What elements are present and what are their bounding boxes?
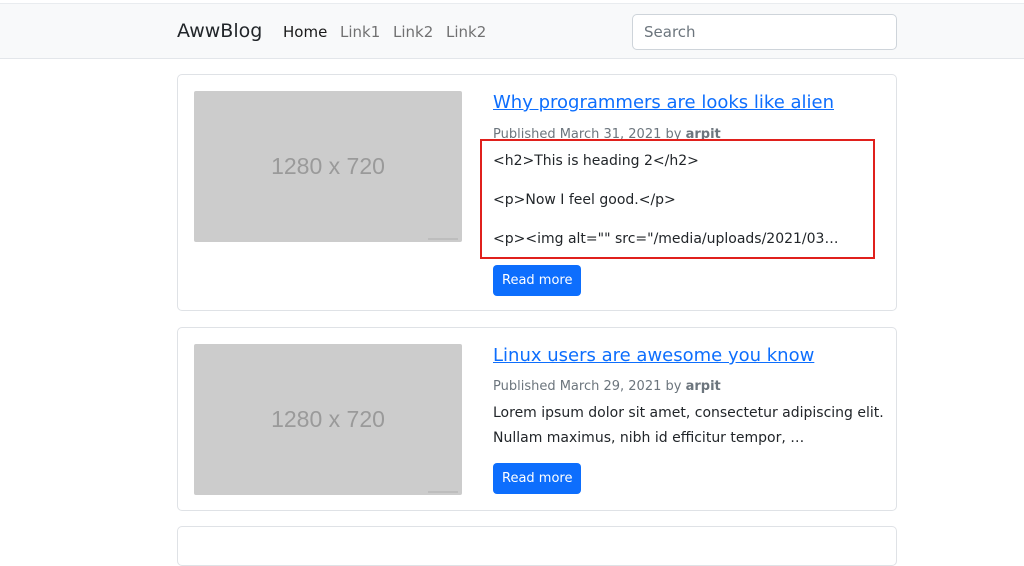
post-excerpt-line: <h2>This is heading 2</h2> [493, 153, 699, 169]
nav-link-link2-second[interactable]: Link2 [446, 23, 486, 41]
post-excerpt-line: <p>Now I feel good.</p> [493, 192, 676, 208]
post-excerpt-line: Nullam maximus, nibh id efficitur tempor… [493, 430, 805, 446]
post-card [177, 526, 897, 566]
navbar: AwwBlog Home Link1 Link2 Link2 [0, 3, 1024, 59]
post-meta: Published March 29, 2021 by arpit [493, 379, 721, 394]
post-meta-prefix: Published March 29, 2021 by [493, 379, 682, 394]
search-input[interactable] [632, 14, 897, 50]
post-author: arpit [685, 127, 721, 142]
post-meta-prefix: Published March 31, 2021 by [493, 127, 682, 142]
nav-link-home[interactable]: Home [283, 23, 327, 41]
nav-link-link2[interactable]: Link2 [393, 23, 433, 41]
thumbnail-mark [428, 491, 458, 493]
thumbnail-mark [428, 238, 458, 240]
post-thumbnail[interactable]: 1280 x 720 [194, 91, 462, 242]
post-author: arpit [685, 379, 721, 394]
post-title-link[interactable]: Linux users are awesome you know [493, 345, 814, 366]
thumbnail-label: 1280 x 720 [271, 153, 385, 179]
post-excerpt: Lorem ipsum dolor sit amet, consectetur … [493, 401, 888, 451]
brand-logo[interactable]: AwwBlog [177, 20, 262, 42]
post-excerpt-line: Lorem ipsum dolor sit amet, consectetur … [493, 405, 884, 421]
read-more-button[interactable]: Read more [493, 463, 582, 494]
post-card: 1280 x 720 Why programmers are looks lik… [177, 74, 897, 311]
nav-link-link1[interactable]: Link1 [340, 23, 380, 41]
post-meta: Published March 31, 2021 by arpit [493, 127, 721, 142]
thumbnail-label: 1280 x 720 [271, 406, 385, 432]
post-title-link[interactable]: Why programmers are looks like alien [493, 92, 834, 113]
post-excerpt-line: <p><img alt="" src="/media/uploads/2021/… [493, 231, 839, 247]
post-card: 1280 x 720 Linux users are awesome you k… [177, 327, 897, 511]
read-more-button[interactable]: Read more [493, 265, 582, 296]
post-thumbnail[interactable]: 1280 x 720 [194, 344, 462, 495]
